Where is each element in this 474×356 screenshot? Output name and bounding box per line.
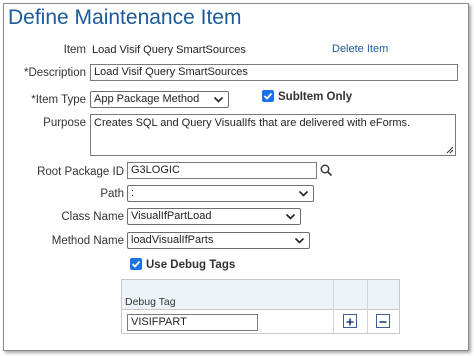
path-select[interactable]: : (127, 185, 314, 202)
chevron-down-icon (294, 237, 305, 244)
purpose-textarea[interactable]: Creates SQL and Query VisualIfs that are… (90, 114, 456, 156)
method-name-label: Method Name (51, 235, 124, 247)
use-debug-tags-checkbox[interactable] (130, 258, 142, 270)
class-name-select[interactable]: VisualIfPartLoad (127, 208, 301, 225)
search-icon[interactable] (320, 164, 333, 177)
item-type-label: *Item Type (31, 94, 86, 106)
root-package-field[interactable]: G3LOGIC (127, 162, 317, 179)
delete-item-link[interactable]: Delete Item (332, 43, 388, 55)
description-field[interactable]: Load Visif Query SmartSources (90, 64, 458, 81)
path-selected: : (131, 187, 135, 199)
method-name-selected: loadVisualIfParts (131, 234, 214, 246)
subitem-only-checkbox[interactable] (262, 90, 274, 102)
root-package-label: Root Package ID (37, 166, 124, 178)
chevron-down-icon (298, 190, 309, 197)
debug-tag-column-header: Debug Tag (125, 296, 176, 308)
grid-column-divider (333, 280, 334, 333)
minus-icon (379, 321, 387, 323)
subitem-only-label: SubItem Only (278, 91, 353, 103)
item-label: Item (63, 44, 86, 56)
chevron-down-icon (285, 213, 296, 220)
item-type-selected: App Package Method (94, 93, 200, 105)
class-name-selected: VisualIfPartLoad (131, 210, 212, 222)
method-name-select[interactable]: loadVisualIfParts (127, 232, 310, 249)
class-name-label: Class Name (61, 211, 124, 223)
checkmark-icon (263, 92, 273, 100)
grid-column-divider (367, 280, 368, 333)
resize-handle-icon[interactable] (445, 145, 454, 154)
item-value: Load Visif Query SmartSources (92, 44, 246, 56)
use-debug-tags-label: Use Debug Tags (146, 259, 236, 271)
chevron-down-icon (213, 96, 224, 103)
item-type-select[interactable]: App Package Method (90, 91, 229, 108)
checkmark-icon (131, 260, 141, 268)
delete-row-button[interactable] (376, 314, 390, 328)
debug-tag-grid: Debug Tag VISIFPART (121, 279, 400, 334)
path-label: Path (100, 188, 124, 200)
purpose-text: Creates SQL and Query VisualIfs that are… (94, 117, 411, 129)
plus-icon (346, 318, 354, 326)
page-title: Define Maintenance Item (8, 6, 242, 29)
description-label: *Description (24, 67, 86, 79)
add-row-button[interactable] (343, 314, 357, 328)
debug-tag-field[interactable]: VISIFPART (127, 314, 258, 331)
purpose-label: Purpose (43, 117, 86, 129)
